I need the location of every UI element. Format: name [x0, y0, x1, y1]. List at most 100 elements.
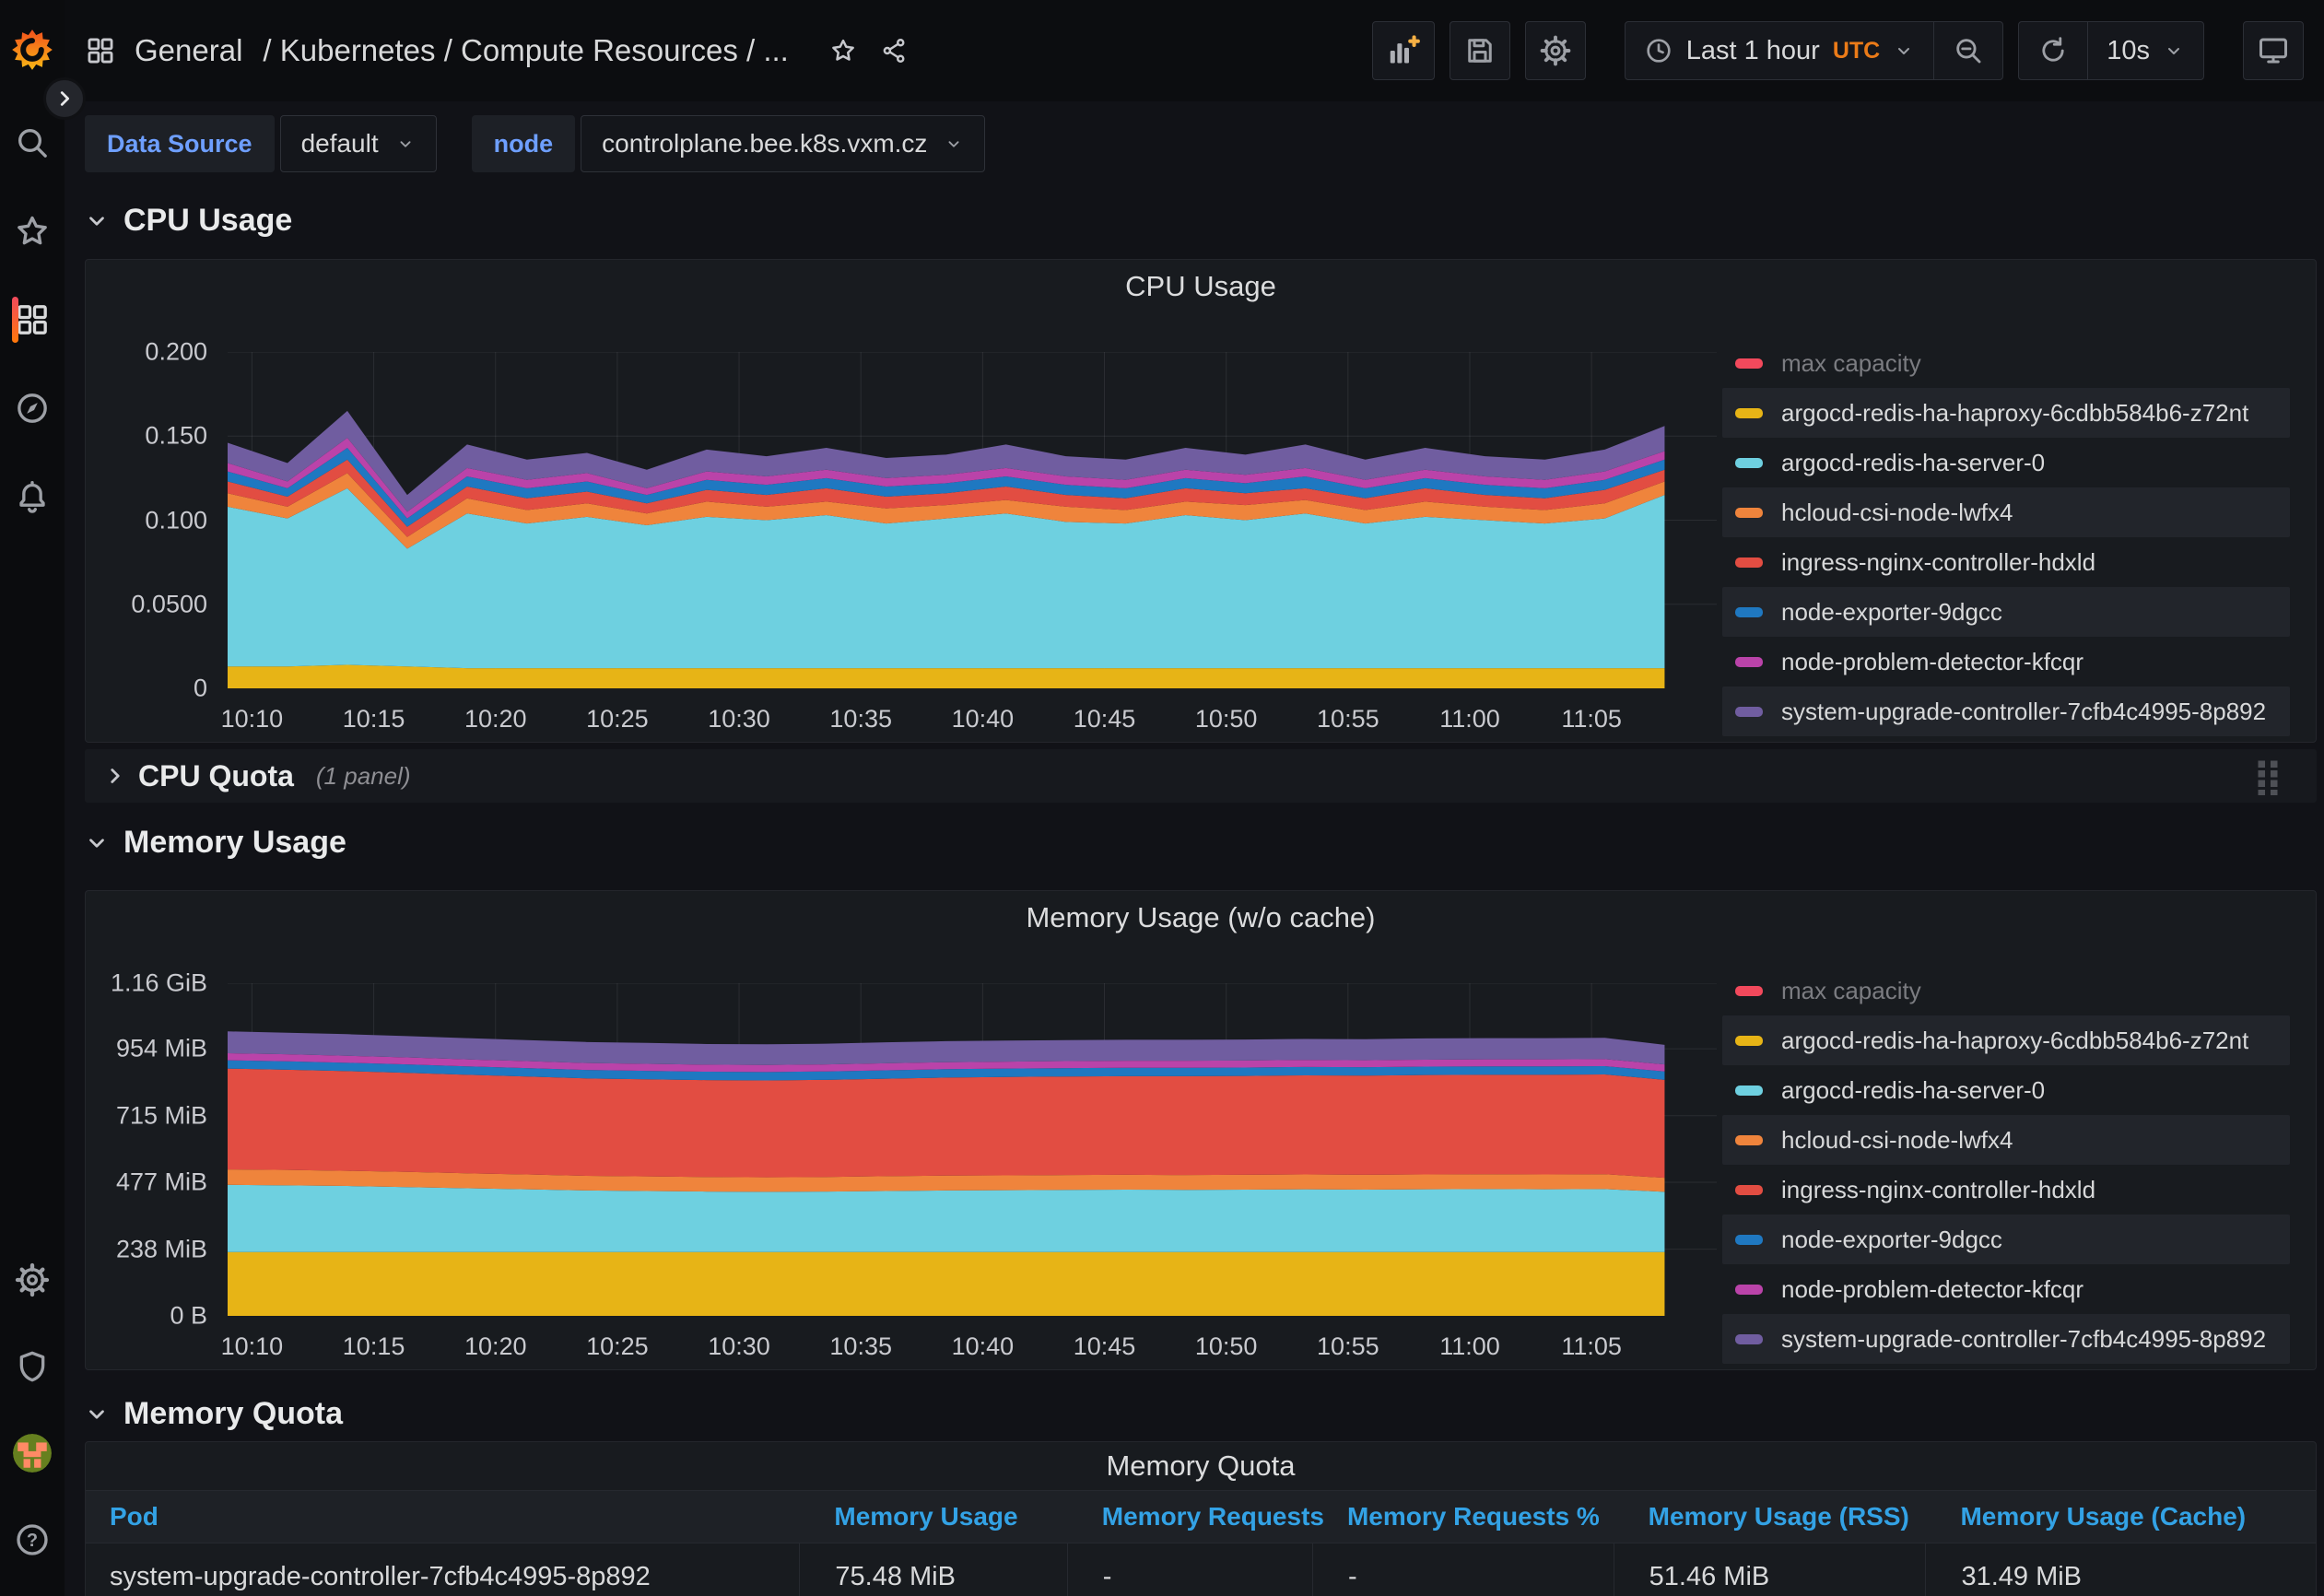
sidebar-item-dashboards[interactable] — [0, 300, 65, 339]
chevron-down-icon — [85, 209, 109, 233]
y-tick-label: 0 B — [170, 1302, 207, 1331]
x-tick-label: 10:25 — [586, 705, 649, 733]
legend-swatch — [1735, 1086, 1763, 1096]
chevron-down-icon — [1893, 40, 1915, 62]
x-tick-label: 10:30 — [708, 1332, 770, 1361]
favorite-star-icon[interactable] — [829, 37, 857, 65]
panel-title[interactable]: Memory Usage (w/o cache) — [86, 891, 2316, 945]
breadcrumb-grid-icon — [85, 35, 116, 66]
breadcrumb-dashboard[interactable]: / Kubernetes / Compute Resources / ... — [263, 33, 788, 68]
drag-handle-icon[interactable] — [2254, 757, 2282, 795]
x-tick-label: 10:10 — [221, 705, 284, 733]
chevron-down-icon — [85, 1402, 109, 1426]
dashboard-variables: Data Source default node controlplane.be… — [65, 101, 2324, 182]
section-memory-usage[interactable]: Memory Usage — [85, 825, 2317, 861]
grafana-logo[interactable] — [10, 28, 54, 72]
sidebar-item-configuration[interactable] — [0, 1261, 65, 1299]
save-dashboard-button[interactable] — [1450, 21, 1510, 80]
legend-swatch — [1735, 458, 1763, 468]
legend-swatch — [1735, 607, 1763, 617]
time-picker-group: Last 1 hour UTC — [1625, 21, 2004, 80]
dashboard-settings-button[interactable] — [1525, 21, 1586, 80]
legend-swatch — [1735, 557, 1763, 568]
legend-label: argocd-redis-ha-haproxy-6cdbb584b6-z72nt — [1781, 399, 2248, 428]
refresh-button[interactable] — [2019, 22, 2087, 79]
kiosk-mode-button[interactable] — [2243, 21, 2304, 80]
table-cell: system-upgrade-controller-7cfb4c4995-8p8… — [86, 1543, 799, 1596]
x-tick-label: 10:45 — [1074, 705, 1136, 733]
x-tick-label: 10:55 — [1317, 1332, 1379, 1361]
legend-item[interactable]: hcloud-csi-node-lwfx4 — [1722, 1115, 2290, 1165]
bell-icon — [14, 478, 51, 515]
x-tick-label: 10:35 — [829, 705, 892, 733]
sidebar-item-alerting[interactable] — [0, 477, 65, 516]
node-value: controlplane.bee.k8s.vxm.cz — [602, 129, 927, 158]
x-tick-label: 10:15 — [343, 705, 405, 733]
table-cell: 31.49 MiB — [1925, 1543, 2316, 1596]
table-column-header[interactable]: Pod — [86, 1502, 799, 1531]
section-cpu-usage[interactable]: CPU Usage — [85, 203, 2317, 239]
share-icon[interactable] — [881, 37, 909, 65]
legend-item[interactable]: system-upgrade-controller-7cfb4c4995-8p8… — [1722, 687, 2290, 736]
sidebar-item-profile[interactable] — [0, 1434, 65, 1473]
chevron-down-icon — [395, 134, 416, 154]
legend-label: system-upgrade-controller-7cfb4c4995-8p8… — [1781, 698, 2266, 726]
legend-item[interactable]: argocd-redis-ha-haproxy-6cdbb584b6-z72nt — [1722, 388, 2290, 438]
legend-label: max capacity — [1781, 977, 1921, 1005]
sidebar-item-search[interactable] — [0, 123, 65, 162]
section-cpu-quota[interactable]: CPU Quota (1 panel) — [85, 749, 2317, 803]
panel-title[interactable]: Memory Quota — [86, 1442, 2316, 1490]
legend-swatch — [1735, 1135, 1763, 1145]
legend-item[interactable]: hcloud-csi-node-lwfx4 — [1722, 487, 2290, 537]
legend-swatch — [1735, 1036, 1763, 1046]
table-column-header[interactable]: Memory Requests — [1067, 1502, 1312, 1531]
legend-item[interactable]: node-problem-detector-kfcqr — [1722, 1264, 2290, 1314]
datasource-select[interactable]: default — [280, 115, 437, 172]
sidebar-item-explore[interactable] — [0, 389, 65, 428]
refresh-group: 10s — [2018, 21, 2204, 80]
expand-sidebar-button[interactable] — [43, 77, 86, 120]
sidebar-item-starred[interactable] — [0, 212, 65, 251]
breadcrumb-folder[interactable]: General — [135, 33, 242, 68]
table-column-header[interactable]: Memory Usage — [799, 1502, 1066, 1531]
panel-title[interactable]: CPU Usage — [86, 260, 2316, 313]
legend-item[interactable]: max capacity — [1722, 338, 2290, 388]
legend-item[interactable]: argocd-redis-ha-haproxy-6cdbb584b6-z72nt — [1722, 1015, 2290, 1065]
legend-item[interactable]: argocd-redis-ha-server-0 — [1722, 438, 2290, 487]
sidebar-item-server-admin[interactable] — [0, 1347, 65, 1386]
legend-item[interactable]: ingress-nginx-controller-hdxld — [1722, 1165, 2290, 1215]
legend-item[interactable]: system-upgrade-controller-7cfb4c4995-8p8… — [1722, 1314, 2290, 1364]
legend-item[interactable]: node-exporter-9dgcc — [1722, 1215, 2290, 1264]
time-range-picker[interactable]: Last 1 hour UTC — [1626, 22, 1934, 79]
x-tick-label: 10:20 — [464, 1332, 527, 1361]
plot-area[interactable] — [228, 983, 1717, 1316]
refresh-interval-picker[interactable]: 10s — [2087, 22, 2203, 79]
table-column-header[interactable]: Memory Usage (RSS) — [1614, 1502, 1926, 1531]
legend-item[interactable]: max capacity — [1722, 966, 2290, 1015]
add-panel-button[interactable] — [1372, 21, 1435, 80]
table-column-header[interactable]: Memory Usage (Cache) — [1925, 1502, 2316, 1531]
legend-item[interactable]: argocd-redis-ha-server-0 — [1722, 1065, 2290, 1115]
node-select[interactable]: controlplane.bee.k8s.vxm.cz — [581, 115, 985, 172]
help-icon: ? — [14, 1521, 51, 1558]
section-title: Memory Quota — [123, 1396, 343, 1432]
sidebar-item-help[interactable]: ? — [0, 1520, 65, 1559]
legend-swatch — [1735, 508, 1763, 518]
chevron-right-icon — [103, 764, 127, 788]
table-column-header[interactable]: Memory Requests % — [1312, 1502, 1614, 1531]
legend-label: argocd-redis-ha-server-0 — [1781, 449, 2045, 477]
memory-quota-panel: Memory Quota PodMemory UsageMemory Reque… — [85, 1441, 2317, 1596]
legend-swatch — [1735, 986, 1763, 996]
legend-label: ingress-nginx-controller-hdxld — [1781, 548, 2095, 577]
plot-area[interactable] — [228, 352, 1717, 688]
section-memory-quota[interactable]: Memory Quota — [85, 1396, 2317, 1432]
chevron-down-icon — [944, 134, 964, 154]
zoom-out-button[interactable] — [1933, 22, 2002, 79]
y-tick-label: 0 — [194, 675, 207, 703]
legend-item[interactable]: node-exporter-9dgcc — [1722, 587, 2290, 637]
chevron-down-icon — [85, 831, 109, 855]
legend-label: argocd-redis-ha-server-0 — [1781, 1076, 2045, 1105]
section-title: CPU Quota — [138, 759, 294, 793]
legend-item[interactable]: ingress-nginx-controller-hdxld — [1722, 537, 2290, 587]
legend-item[interactable]: node-problem-detector-kfcqr — [1722, 637, 2290, 687]
